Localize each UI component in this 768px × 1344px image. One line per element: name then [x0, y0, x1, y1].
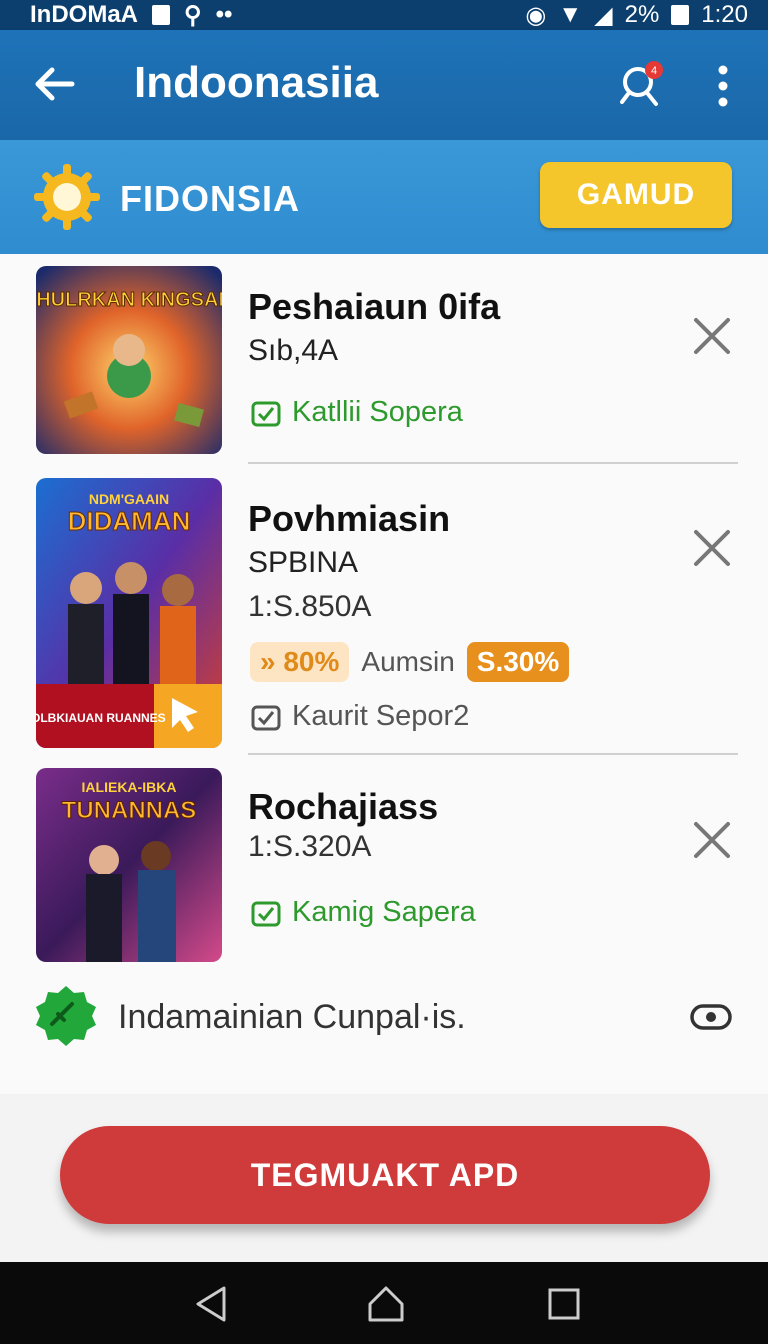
- more-notifications-icon: ••: [215, 1, 233, 28]
- wifi-icon: ▼: [558, 1, 583, 28]
- info-row[interactable]: Indamainian Cunpal·is.: [0, 984, 768, 1054]
- item-title: Peshaiaun 0ifa: [248, 286, 501, 327]
- double-chevron-icon: »: [260, 646, 284, 677]
- game-thumbnail[interactable]: SHULRKAN KINGSAM: [36, 266, 222, 454]
- battery-icon: [671, 5, 690, 25]
- nav-recents-icon[interactable]: [544, 1284, 584, 1324]
- item-tag-label: Katllii Sopera: [292, 396, 463, 428]
- banner-title: FIDONSIA: [120, 178, 301, 219]
- item-subtitle: SPBINA: [248, 546, 359, 579]
- item-tag: Katllii Sopera: [250, 396, 463, 429]
- item-title: Povhmiasin: [248, 498, 451, 539]
- thumbnail-banner: DOLBKIAUAN RUANNES: [36, 711, 166, 725]
- battery-percent: 2%: [624, 1, 660, 28]
- carrier-label: InDOMaA: [30, 1, 138, 28]
- check-box-icon: [251, 705, 281, 730]
- thumbnail-title: SHULRKAN KINGSAM: [36, 289, 222, 311]
- item-tag: Kaurit Sepor2: [250, 700, 469, 733]
- status-bar: InDOMaA ⚲ •• ◉ ▼ ◢ 2% 1:20: [0, 0, 768, 30]
- notification-badge-count: 4: [651, 65, 657, 77]
- list-item[interactable]: IALIEKA-IBKA TUNANNAS Rochajiass 1:S.320…: [0, 756, 768, 966]
- gamud-button[interactable]: GAMUD: [540, 162, 732, 228]
- close-icon[interactable]: [692, 528, 732, 568]
- clock: 1:20: [701, 1, 748, 28]
- search-icon[interactable]: 4: [620, 60, 664, 110]
- app-bar: Indoonasiia 4: [0, 30, 768, 140]
- thumbnail-subtitle: NDM'GAAIN: [89, 491, 169, 507]
- item-title: Rochajiass: [248, 786, 439, 827]
- check-box-icon: [251, 401, 281, 426]
- info-text: Indamainian Cunpal·is.: [118, 998, 466, 1036]
- discount-label: Aumsin: [361, 646, 455, 677]
- close-icon[interactable]: [692, 316, 732, 356]
- more-options-icon[interactable]: [712, 64, 734, 108]
- game-thumbnail[interactable]: NDM'GAAIN DIDAMAN DOLBKIAUAN RUANNES: [36, 478, 222, 748]
- system-nav-bar: [0, 1262, 768, 1344]
- primary-action-button[interactable]: TEGMUAKT APD: [60, 1126, 710, 1224]
- item-subtitle: Sıb,4A: [248, 334, 339, 367]
- item-price: 1:S.320A: [248, 830, 372, 863]
- discount-row: » 80% Aumsin S.30%: [250, 642, 570, 682]
- thumbnail-title: TUNANNAS: [62, 797, 197, 824]
- close-icon[interactable]: [692, 820, 732, 860]
- item-tag-label: Kamig Sapera: [292, 896, 476, 928]
- usb-icon: ⚲: [184, 1, 202, 29]
- category-banner: FIDONSIA GAMUD: [0, 140, 768, 254]
- discount-value: 80%: [283, 646, 340, 677]
- item-price: 1:S.850A: [248, 590, 372, 623]
- list-item[interactable]: SHULRKAN KINGSAM Peshaiaun 0ifa Sıb,4A K…: [0, 254, 768, 464]
- sun-gear-icon: [34, 164, 100, 230]
- list-item[interactable]: NDM'GAAIN DIDAMAN DOLBKIAUAN RUANNES Pov…: [0, 466, 768, 756]
- thumbnail-subtitle: IALIEKA-IBKA: [82, 779, 177, 795]
- check-box-icon: [251, 901, 281, 926]
- signal-icon: ◢: [594, 1, 613, 29]
- divider: [248, 753, 738, 755]
- nav-home-icon[interactable]: [366, 1284, 406, 1324]
- discount-badge-alt: S.30%: [466, 642, 570, 682]
- game-list: SHULRKAN KINGSAM Peshaiaun 0ifa Sıb,4A K…: [0, 254, 768, 1094]
- divider: [248, 462, 738, 464]
- back-arrow-icon[interactable]: [32, 62, 76, 106]
- page-title: Indoonasiia: [134, 58, 379, 107]
- item-tag-label: Kaurit Sepor2: [292, 700, 470, 732]
- view-icon[interactable]: [690, 1002, 732, 1032]
- verified-badge-icon: [36, 986, 96, 1046]
- battery-saver-icon: [152, 5, 170, 25]
- eye-icon: ◉: [525, 1, 547, 29]
- discount-badge: » 80%: [250, 642, 350, 682]
- item-tag: Kamig Sapera: [250, 896, 476, 929]
- nav-back-icon[interactable]: [192, 1284, 232, 1324]
- game-thumbnail[interactable]: IALIEKA-IBKA TUNANNAS: [36, 768, 222, 962]
- thumbnail-title: DIDAMAN: [68, 506, 191, 536]
